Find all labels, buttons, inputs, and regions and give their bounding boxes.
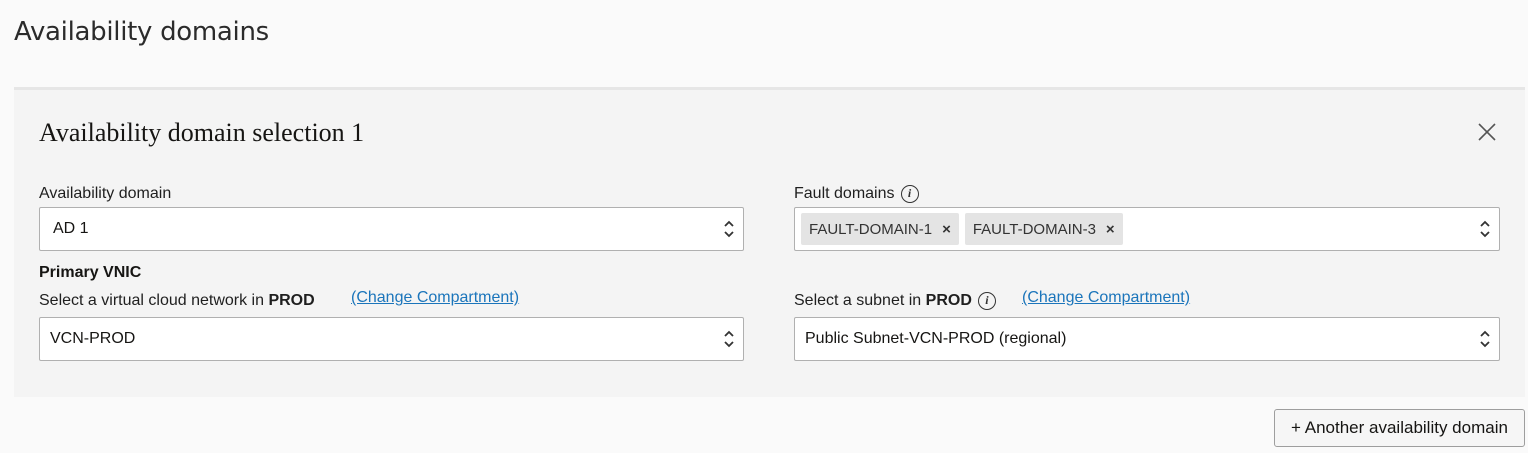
subnet-label-prefix: Select a subnet in: [794, 292, 922, 310]
subnet-select[interactable]: Public Subnet-VCN-PROD (regional): [794, 317, 1500, 361]
subnet-value: Public Subnet-VCN-PROD (regional): [805, 330, 1067, 347]
page-title: Availability domains: [14, 17, 269, 47]
close-icon[interactable]: [1476, 121, 1498, 143]
fault-domains-label: Fault domains: [794, 185, 895, 203]
vcn-compartment-name: PROD: [268, 292, 315, 309]
chevron-updown-icon: [1480, 220, 1490, 238]
availability-domain-label: Availability domain: [39, 185, 172, 202]
chevron-updown-icon: [724, 220, 734, 238]
chevron-updown-icon: [724, 330, 734, 348]
vcn-change-compartment-link[interactable]: (Change Compartment): [351, 289, 519, 307]
fault-domains-multiselect[interactable]: FAULT-DOMAIN-1 × FAULT-DOMAIN-3 ×: [794, 207, 1500, 251]
chevron-updown-icon: [1480, 330, 1490, 348]
chip-label: FAULT-DOMAIN-1: [809, 220, 933, 238]
vcn-label-prefix: Select a virtual cloud network in: [39, 292, 264, 309]
vcn-select[interactable]: VCN-PROD: [39, 317, 744, 361]
fault-domain-chip: FAULT-DOMAIN-3 ×: [964, 213, 1123, 245]
chip-label: FAULT-DOMAIN-3: [972, 220, 1096, 238]
primary-vnic-heading: Primary VNIC: [39, 264, 142, 281]
vcn-label: Select a virtual cloud network in PROD: [39, 292, 315, 310]
subnet-label: Select a subnet in PROD i: [794, 292, 996, 310]
subnet-change-compartment-link[interactable]: (Change Compartment): [1022, 289, 1190, 307]
availability-domain-panel: Availability domain selection 1 Availabi…: [14, 87, 1525, 397]
info-icon[interactable]: i: [900, 185, 919, 203]
info-icon[interactable]: i: [977, 292, 996, 310]
add-availability-domain-button[interactable]: + Another availability domain: [1274, 409, 1525, 447]
subnet-compartment-name: PROD: [925, 292, 972, 310]
availability-domain-select[interactable]: AD 1: [39, 207, 744, 251]
vcn-value: VCN-PROD: [50, 330, 136, 347]
remove-chip-icon[interactable]: ×: [942, 221, 951, 238]
fault-domain-chip: FAULT-DOMAIN-1 ×: [801, 213, 959, 245]
fault-domains-chips: FAULT-DOMAIN-1 × FAULT-DOMAIN-3 ×: [801, 213, 1499, 245]
remove-chip-icon[interactable]: ×: [1106, 221, 1115, 238]
availability-domain-value: AD 1: [53, 220, 89, 237]
fault-domains-label-row: Fault domains i: [794, 185, 919, 203]
panel-title: Availability domain selection 1: [39, 118, 365, 147]
